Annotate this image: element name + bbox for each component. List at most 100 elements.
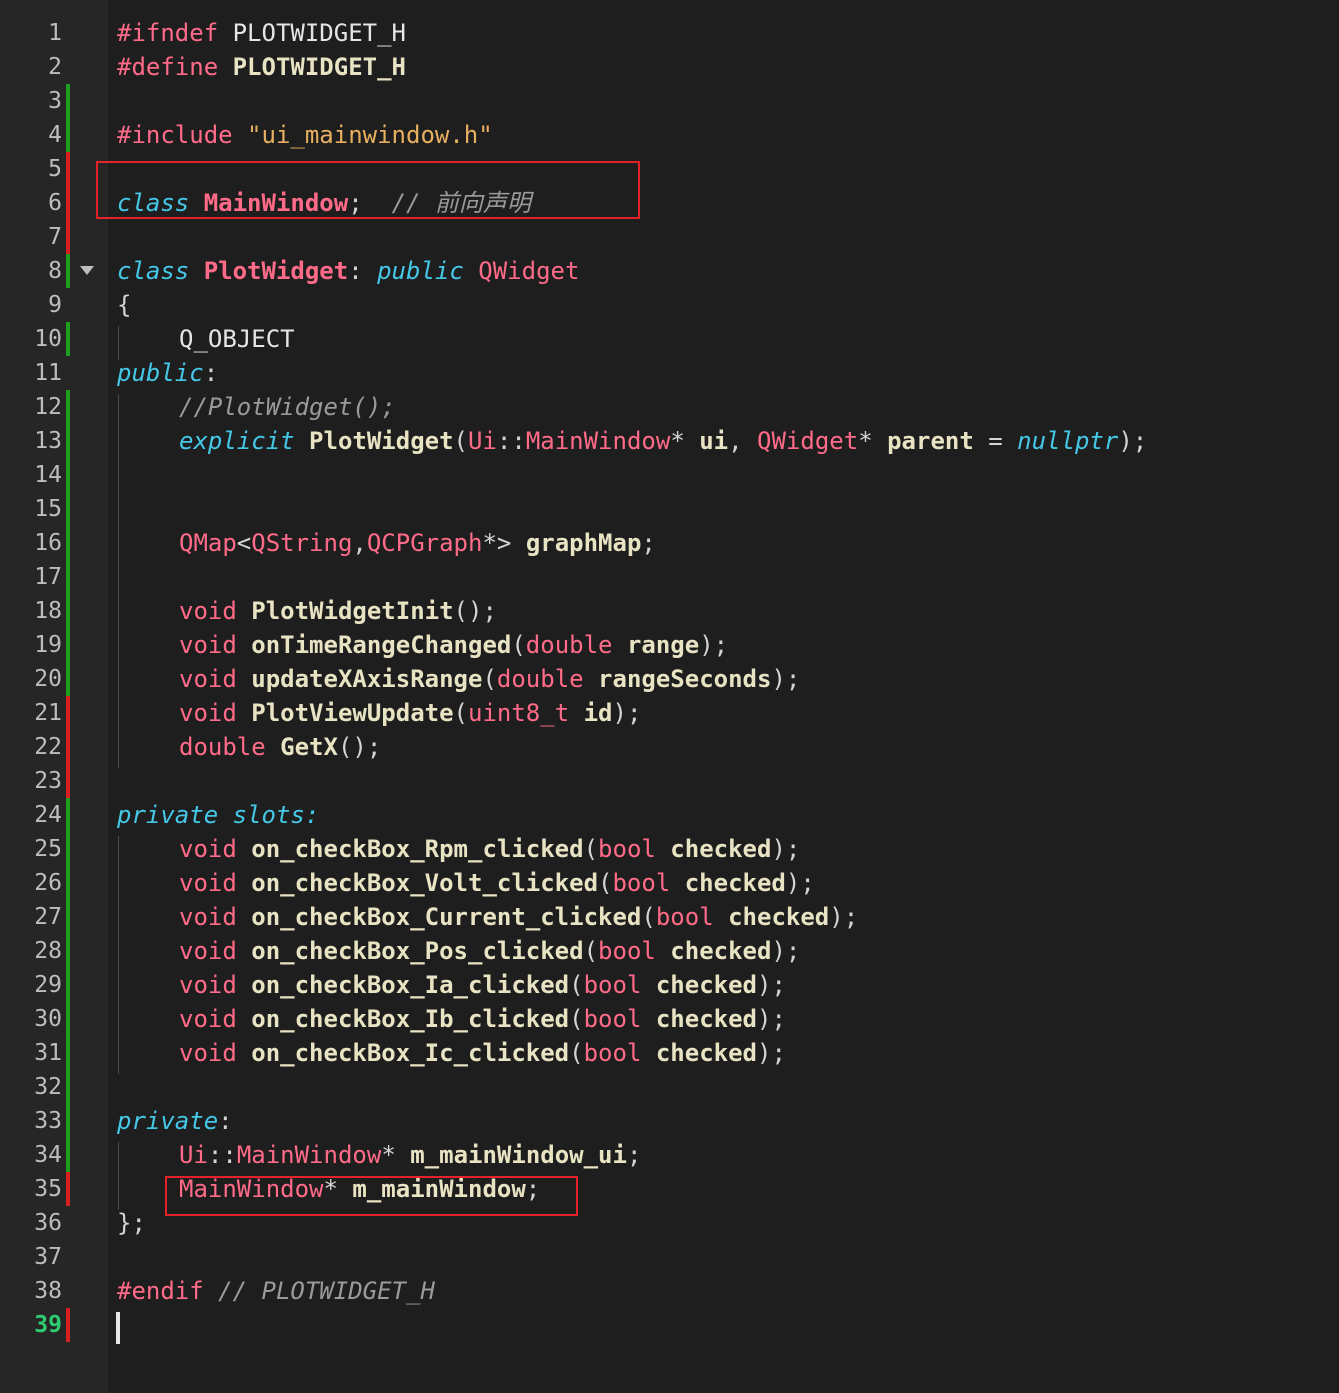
code-line[interactable]: 7 — [0, 220, 1339, 254]
code-token: void — [179, 869, 237, 897]
code-token: nullptr — [1017, 427, 1119, 455]
code-line[interactable]: 24 private slots: — [0, 798, 1339, 832]
code-token: void — [179, 597, 237, 625]
code-line[interactable]: 13 explicit PlotWidget(Ui::MainWindow* ui… — [0, 424, 1339, 458]
code-token: PLOTWIDGET_H — [218, 19, 406, 47]
line-code: #define PLOTWIDGET_H — [117, 50, 406, 84]
code-line[interactable]: 10 Q_OBJECT — [0, 322, 1339, 356]
code-token: ); — [829, 903, 859, 931]
code-line[interactable]: 9{ — [0, 288, 1339, 322]
code-line[interactable]: 12 //PlotWidget(); — [0, 390, 1339, 424]
code-token: GetX — [280, 733, 338, 761]
code-line[interactable]: 2 #define PLOTWIDGET_H — [0, 50, 1339, 84]
code-token: uint8_t — [468, 699, 570, 727]
code-line[interactable]: 15 — [0, 492, 1339, 526]
code-token: ui — [699, 427, 729, 455]
highlight-box-forward-declaration — [96, 161, 640, 219]
code-editor[interactable]: 1 #ifndef PLOTWIDGET_H 2 #define PLOTWIDGET… — [0, 0, 1339, 1393]
code-line[interactable]: 26 void on_checkBox_Volt_clicked(bool che… — [0, 866, 1339, 900]
saved-change-marker — [66, 492, 70, 526]
code-token: id — [583, 699, 613, 727]
code-line[interactable]: 21 void PlotViewUpdate(uint8_t id); — [0, 696, 1339, 730]
line-number: 13 — [34, 428, 62, 454]
line-number: 17 — [34, 564, 62, 590]
saved-change-marker — [66, 560, 70, 594]
code-line[interactable]: 8 class PlotWidget: public QWidget — [0, 254, 1339, 288]
line-number: 31 — [34, 1040, 62, 1066]
code-line[interactable]: 18 void PlotWidgetInit(); — [0, 594, 1339, 628]
code-line[interactable]: 1 #ifndef PLOTWIDGET_H — [0, 16, 1339, 50]
code-token: :: — [207, 1141, 237, 1169]
line-number: 14 — [34, 462, 62, 488]
code-line[interactable]: 29 void on_checkBox_Ia_clicked(bool check… — [0, 968, 1339, 1002]
line-code: { — [117, 288, 131, 322]
code-line[interactable]: 3 — [0, 84, 1339, 118]
code-line[interactable]: 34 Ui::MainWindow* m_mainWindow_ui; — [0, 1138, 1339, 1172]
code-line[interactable]: 19 void onTimeRangeChanged(double range); — [0, 628, 1339, 662]
indent-guide — [118, 394, 119, 768]
code-token: bool — [655, 903, 714, 931]
code-line[interactable]: 27 void on_checkBox_Current_clicked(bool … — [0, 900, 1339, 934]
unsaved-change-marker — [66, 186, 70, 220]
code-token: PlotViewUpdate — [251, 699, 454, 727]
code-token: PlotWidgetInit — [251, 597, 454, 625]
code-line[interactable]: 20 void updateXAxisRange(double rangeSeco… — [0, 662, 1339, 696]
code-line[interactable]: 37 — [0, 1240, 1339, 1274]
code-line[interactable]: 22 double GetX(); — [0, 730, 1339, 764]
code-line[interactable]: 14 — [0, 458, 1339, 492]
line-number: 24 — [34, 802, 62, 828]
code-token: ( — [583, 937, 599, 965]
code-token: : — [218, 1107, 233, 1135]
code-token: ( — [569, 1005, 584, 1033]
code-line[interactable]: 4 #include "ui_mainwindow.h" — [0, 118, 1339, 152]
code-line[interactable]: 23 — [0, 764, 1339, 798]
line-code: void on_checkBox_Current_clicked(bool ch… — [179, 900, 858, 934]
code-token: void — [179, 903, 237, 931]
line-number: 15 — [34, 496, 62, 522]
code-token: * — [381, 1141, 411, 1169]
code-token: m_mainWindow_ui — [410, 1141, 627, 1169]
code-token: void — [179, 937, 237, 965]
code-line[interactable]: 30 void on_checkBox_Ib_clicked(bool check… — [0, 1002, 1339, 1036]
saved-change-marker — [66, 1002, 70, 1036]
saved-change-marker — [66, 1138, 70, 1172]
code-token: bool — [598, 835, 656, 863]
code-token: QString — [251, 529, 353, 557]
code-line[interactable]: 32 — [0, 1070, 1339, 1104]
code-line[interactable]: 33 private: — [0, 1104, 1339, 1138]
code-line[interactable]: 17 — [0, 560, 1339, 594]
line-number: 39 — [34, 1312, 62, 1338]
code-token: #endif — [117, 1277, 204, 1305]
saved-change-marker — [66, 118, 70, 152]
code-token: updateXAxisRange — [251, 665, 483, 693]
code-token: public — [377, 257, 464, 285]
code-token: ( — [482, 665, 497, 693]
code-token: on_checkBox_Pos_clicked — [251, 937, 584, 965]
saved-change-marker — [66, 1036, 70, 1070]
line-code: void on_checkBox_Pos_clicked(bool checke… — [179, 934, 800, 968]
code-line[interactable]: 38 #endif // PLOTWIDGET_H — [0, 1274, 1339, 1308]
code-line[interactable]: 11 public: — [0, 356, 1339, 390]
unsaved-change-marker — [66, 1308, 70, 1342]
line-code: void updateXAxisRange(double rangeSecond… — [179, 662, 800, 696]
code-line[interactable]: 16 QMap<QString,QCPGraph*> graphMap; — [0, 526, 1339, 560]
line-code: //PlotWidget(); — [179, 390, 396, 424]
line-code: void on_checkBox_Ib_clicked(bool checked… — [179, 1002, 786, 1036]
line-code: void on_checkBox_Volt_clicked(bool check… — [179, 866, 815, 900]
code-line[interactable]: 25 void on_checkBox_Rpm_clicked(bool chec… — [0, 832, 1339, 866]
code-line[interactable]: 31 void on_checkBox_Ic_clicked(bool check… — [0, 1036, 1339, 1070]
code-line[interactable]: 28 void on_checkBox_Pos_clicked(bool chec… — [0, 934, 1339, 968]
code-token: // PLOTWIDGET_H — [218, 1277, 435, 1305]
fold-arrow-icon[interactable] — [80, 266, 94, 275]
code-line[interactable]: 39 — [0, 1308, 1339, 1342]
code-token: (); — [337, 733, 382, 761]
code-token: (); — [453, 597, 497, 625]
code-token: on_checkBox_Rpm_clicked — [251, 835, 584, 863]
code-token: = — [973, 427, 1018, 455]
code-token: ; — [641, 529, 656, 557]
code-token: on_checkBox_Ia_clicked — [251, 971, 570, 999]
